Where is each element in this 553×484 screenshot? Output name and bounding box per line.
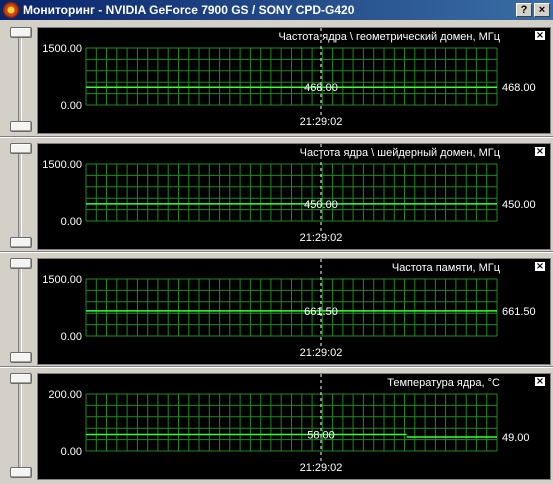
graph-canvas: Частота памяти, МГц 1500.00 0.00 661.50 661.… [42, 259, 536, 359]
graph-canvas: Частота ядра \ шейдерный домен, МГц 1500.… [42, 144, 536, 244]
cursor-value-label: 58.00 [307, 429, 335, 441]
graph-plot[interactable]: Частота ядра \ шейдерный домен, МГц 1500.… [37, 143, 551, 250]
range-max-thumb[interactable] [10, 27, 32, 38]
y-max-label: 1500.00 [42, 43, 82, 55]
y-min-label: 0.00 [61, 446, 82, 458]
range-slider-track[interactable] [18, 373, 22, 478]
close-graph-button[interactable]: × [534, 146, 546, 157]
y-max-label: 1500.00 [42, 274, 82, 286]
current-value-label: 468.00 [502, 82, 536, 94]
pane-separator[interactable] [0, 251, 553, 253]
y-max-label: 1500.00 [42, 159, 82, 171]
range-max-thumb[interactable] [10, 373, 32, 384]
graph-pane: Частота ядра \ геометрический домен, МГц… [0, 23, 553, 138]
graph-canvas: Частота ядра \ геометрический домен, МГц… [42, 28, 536, 128]
graph-title: Частота ядра \ геометрический домен, МГц [278, 31, 500, 43]
current-value-label: 450.00 [502, 199, 536, 211]
graph-pane: Температура ядра, °С 200.00 0.00 49.00 58.00… [0, 369, 553, 484]
range-min-thumb[interactable] [10, 352, 32, 363]
range-min-thumb[interactable] [10, 467, 32, 478]
pane-separator[interactable] [0, 136, 553, 138]
y-max-label: 200.00 [48, 389, 82, 401]
range-slider-track[interactable] [18, 27, 22, 132]
close-graph-button[interactable]: × [534, 30, 546, 41]
graph-canvas: Температура ядра, °С 200.00 0.00 49.00 58.00… [48, 374, 530, 474]
graph-grid [85, 393, 498, 452]
range-max-thumb[interactable] [10, 143, 32, 154]
graph-plot[interactable]: Частота ядра \ геометрический домен, МГц… [37, 27, 551, 134]
range-slider-track[interactable] [18, 143, 22, 248]
current-value-label: 49.00 [502, 432, 530, 444]
graph-title: Частота ядра \ шейдерный домен, МГц [300, 147, 501, 159]
graph-plot[interactable]: Температура ядра, °С 200.00 0.00 49.00 58.00… [37, 373, 551, 480]
graph-grid [85, 47, 498, 106]
pane-separator[interactable] [0, 366, 553, 368]
range-slider-track[interactable] [18, 258, 22, 363]
close-window-button[interactable]: × [534, 3, 550, 17]
graph-grid [85, 163, 498, 222]
cursor-value-label: 450.00 [304, 199, 338, 211]
y-min-label: 0.00 [61, 331, 82, 343]
close-graph-button[interactable]: × [534, 376, 546, 387]
graph-title: Частота памяти, МГц [392, 262, 501, 274]
y-min-label: 0.00 [61, 216, 82, 228]
graph-plot[interactable]: Частота памяти, МГц 1500.00 0.00 661.50 661.… [37, 258, 551, 365]
graph-title: Температура ядра, °С [387, 377, 500, 389]
close-graph-button[interactable]: × [534, 261, 546, 272]
app-icon [3, 2, 19, 18]
timestamp-label: 21:29:02 [300, 116, 343, 128]
cursor-value-label: 661.50 [304, 306, 338, 318]
current-value-label: 661.50 [502, 306, 536, 318]
timestamp-label: 21:29:02 [300, 347, 343, 359]
y-min-label: 0.00 [61, 100, 82, 112]
title-bar[interactable]: Мониторинг - NVIDIA GeForce 7900 GS / SO… [0, 0, 553, 20]
range-min-thumb[interactable] [10, 121, 32, 132]
help-button[interactable]: ? [516, 3, 532, 17]
timestamp-label: 21:29:02 [300, 462, 343, 474]
cursor-value-label: 468.00 [304, 82, 338, 94]
graph-pane: Частота ядра \ шейдерный домен, МГц 1500.… [0, 139, 553, 254]
range-max-thumb[interactable] [10, 258, 32, 269]
timestamp-label: 21:29:02 [300, 232, 343, 244]
window-title: Мониторинг - NVIDIA GeForce 7900 GS / SO… [23, 3, 355, 17]
graph-pane: Частота памяти, МГц 1500.00 0.00 661.50 661.… [0, 254, 553, 369]
graph-grid [85, 278, 498, 337]
range-min-thumb[interactable] [10, 237, 32, 248]
